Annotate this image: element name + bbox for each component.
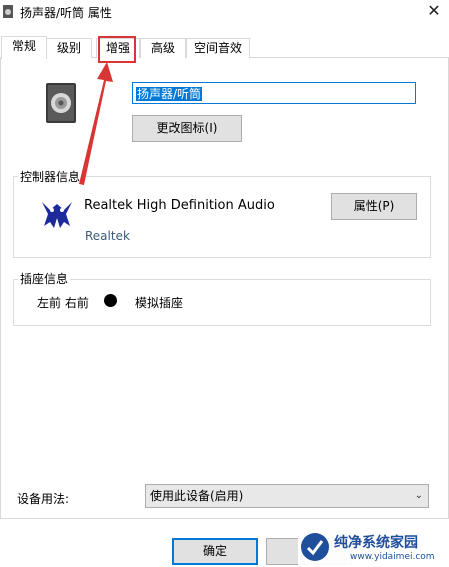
tab-enhancements[interactable]: 增强 — [96, 38, 140, 58]
watermark-url: www.yidaimei.com — [350, 552, 435, 562]
ok-button[interactable]: 确定 — [172, 538, 258, 565]
change-icon-button[interactable]: 更改图标(I) — [132, 115, 242, 142]
jack-type: 模拟插座 — [135, 296, 184, 310]
watermark-logo-icon — [301, 533, 329, 561]
device-name-input[interactable]: 扬声器/听筒 — [132, 82, 416, 104]
speaker-title-icon — [3, 5, 13, 18]
controller-vendor: Realtek — [85, 229, 130, 243]
properties-button[interactable]: 属性(P) — [331, 193, 417, 220]
tab-advanced[interactable]: 高级 — [140, 38, 186, 58]
speaker-icon — [46, 83, 76, 123]
tab-strip: 常规 级别 增强 高级 空间音效 — [0, 36, 449, 59]
jack-color-dot — [104, 294, 117, 307]
device-usage-select[interactable]: 使用此设备(启用) ⌄ — [145, 484, 429, 508]
close-button[interactable]: ✕ — [419, 0, 449, 24]
window-title: 扬声器/听筒 属性 — [20, 6, 112, 20]
controller-device-name: Realtek High Definition Audio — [84, 198, 275, 213]
watermark: 纯净系统家园 www.yidaimei.com — [298, 528, 449, 567]
jack-info-label: 插座信息 — [18, 270, 71, 287]
tab-general[interactable]: 常规 — [1, 36, 47, 59]
jack-position: 左前 右前 — [37, 296, 89, 310]
watermark-text: 纯净系统家园 — [334, 535, 418, 551]
tab-spatial-sound[interactable]: 空间音效 — [186, 38, 250, 58]
close-icon: ✕ — [427, 1, 441, 20]
chevron-down-icon: ⌄ — [414, 490, 423, 501]
controller-info-label: 控制器信息 — [18, 168, 83, 185]
realtek-crab-icon — [42, 202, 72, 228]
device-name-value: 扬声器/听筒 — [136, 87, 203, 101]
tab-levels[interactable]: 级别 — [46, 38, 92, 58]
device-usage-value: 使用此设备(启用) — [150, 489, 244, 503]
title-bar: 扬声器/听筒 属性 ✕ — [0, 0, 449, 24]
device-usage-label: 设备用法: — [17, 492, 70, 506]
